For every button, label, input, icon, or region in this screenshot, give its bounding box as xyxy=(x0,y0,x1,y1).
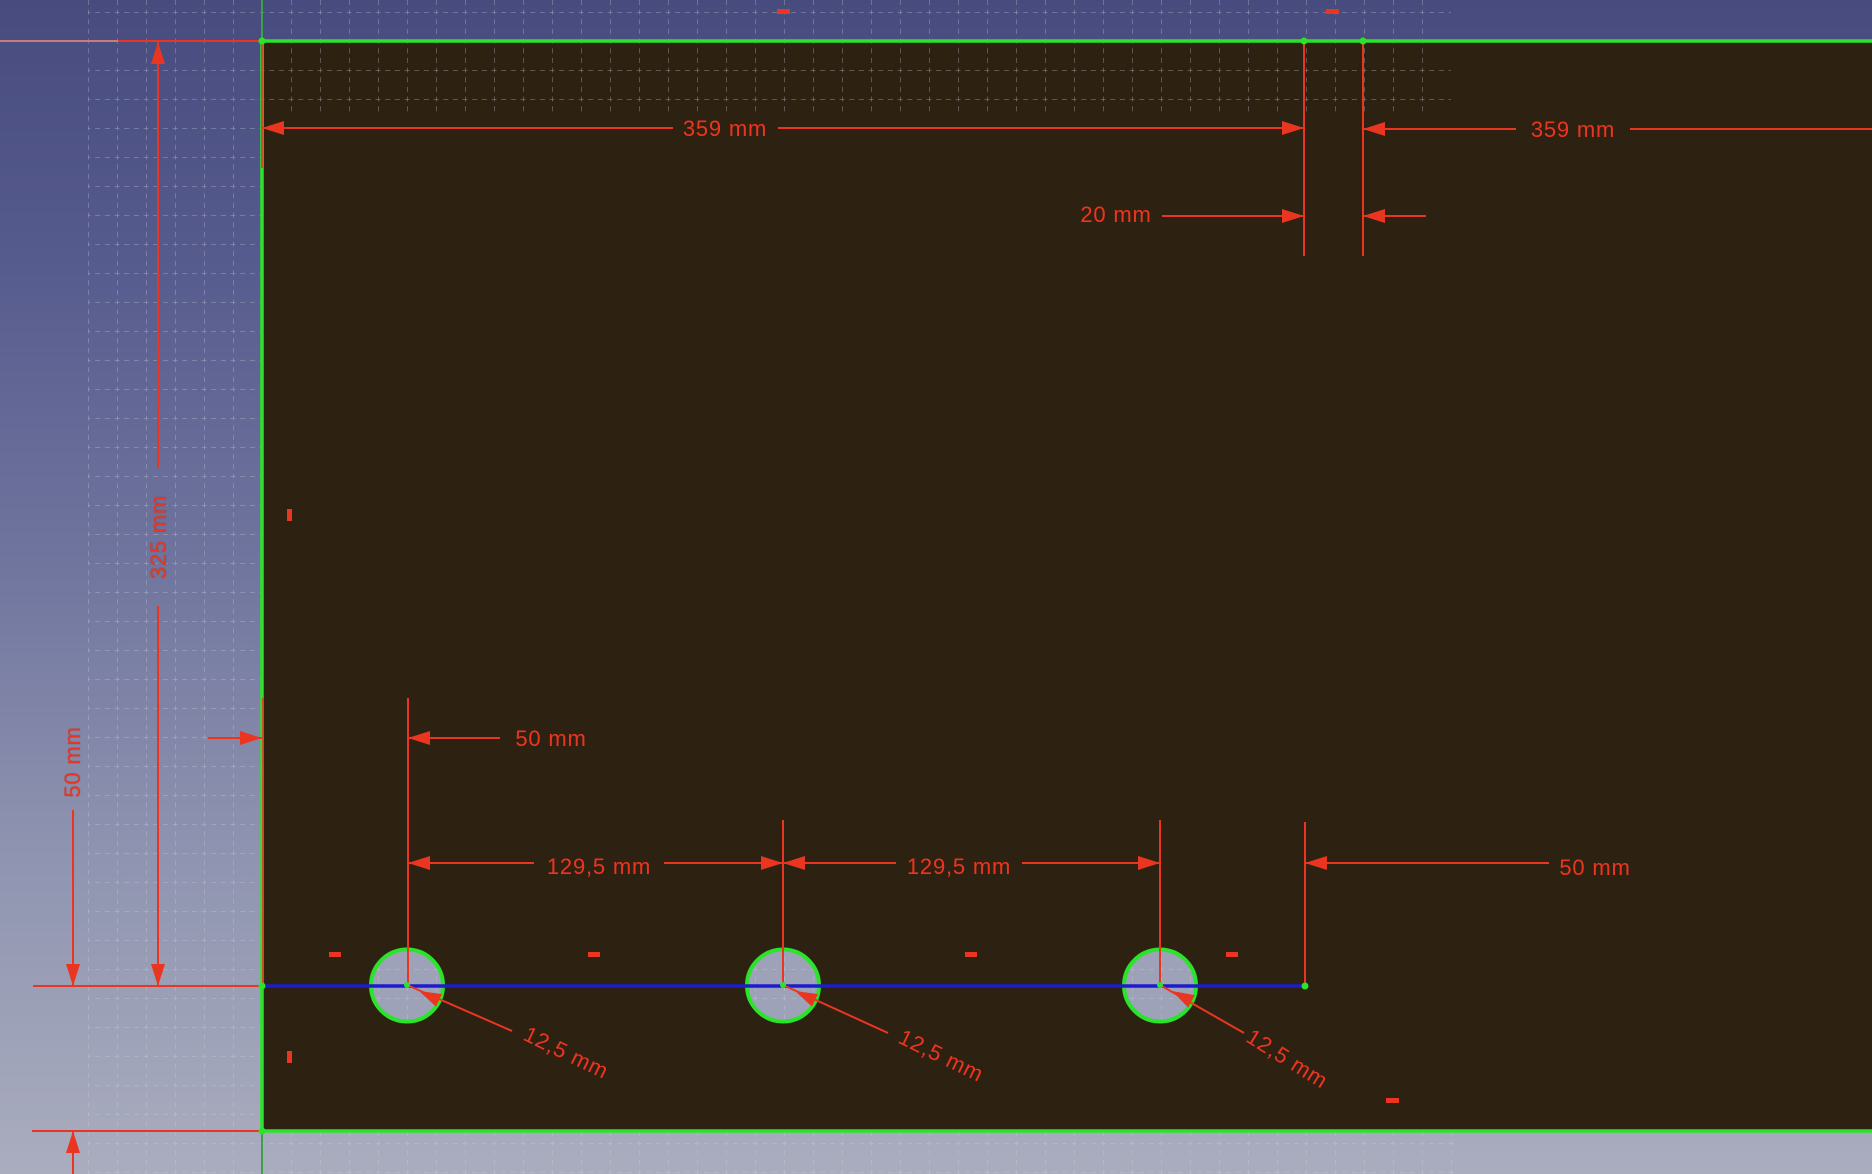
dimension-label-hole-spacing-1[interactable]: 129,5 mm xyxy=(547,854,651,880)
dimension-label-height[interactable]: 325 mm xyxy=(146,495,172,579)
dimension-label-right-offset[interactable]: 50 mm xyxy=(1559,855,1630,881)
dimension-label-hole-spacing-2[interactable]: 129,5 mm xyxy=(907,854,1011,880)
horizontal-constraint-icon[interactable] xyxy=(1326,9,1339,14)
horizontal-constraint-icon[interactable] xyxy=(1386,1098,1399,1103)
vertex-line-end[interactable] xyxy=(1302,983,1309,990)
vertex-notch-right[interactable] xyxy=(1360,38,1367,45)
freecad-3d-viewport[interactable]: 359 mm 359 mm 20 mm 325 mm 50 mm 50 mm 1… xyxy=(0,0,1872,1174)
dimension-label-notch[interactable]: 20 mm xyxy=(1080,202,1151,228)
dimension-bottom-offset[interactable] xyxy=(66,810,80,1174)
dimension-label-width-left[interactable]: 359 mm xyxy=(683,116,767,142)
hole3-center-point[interactable] xyxy=(1157,982,1163,988)
horizontal-constraint-icon[interactable] xyxy=(329,952,341,957)
vertex-bottom-left[interactable] xyxy=(259,1128,266,1135)
hole2-center-point[interactable] xyxy=(780,982,786,988)
horizontal-constraint-icon[interactable] xyxy=(588,952,600,957)
horizontal-constraint-icon[interactable] xyxy=(965,952,977,957)
vertical-constraint-icon[interactable] xyxy=(287,1051,292,1063)
vertex-line-start[interactable] xyxy=(259,983,266,990)
dimension-label-bottom-offset[interactable]: 50 mm xyxy=(60,726,86,797)
dimension-label-hole1-from-left[interactable]: 50 mm xyxy=(515,726,586,752)
sketch-scene xyxy=(0,0,1872,1174)
vertical-constraint-icon[interactable] xyxy=(287,509,292,521)
horizontal-constraint-icon[interactable] xyxy=(1226,952,1238,957)
part-face[interactable] xyxy=(262,41,1872,1131)
dimension-label-width-right[interactable]: 359 mm xyxy=(1531,117,1615,143)
horizontal-constraint-icon[interactable] xyxy=(777,9,790,14)
vertex-top-left[interactable] xyxy=(259,38,266,45)
hole1-center-point[interactable] xyxy=(404,982,410,988)
vertex-notch-left[interactable] xyxy=(1301,38,1308,45)
